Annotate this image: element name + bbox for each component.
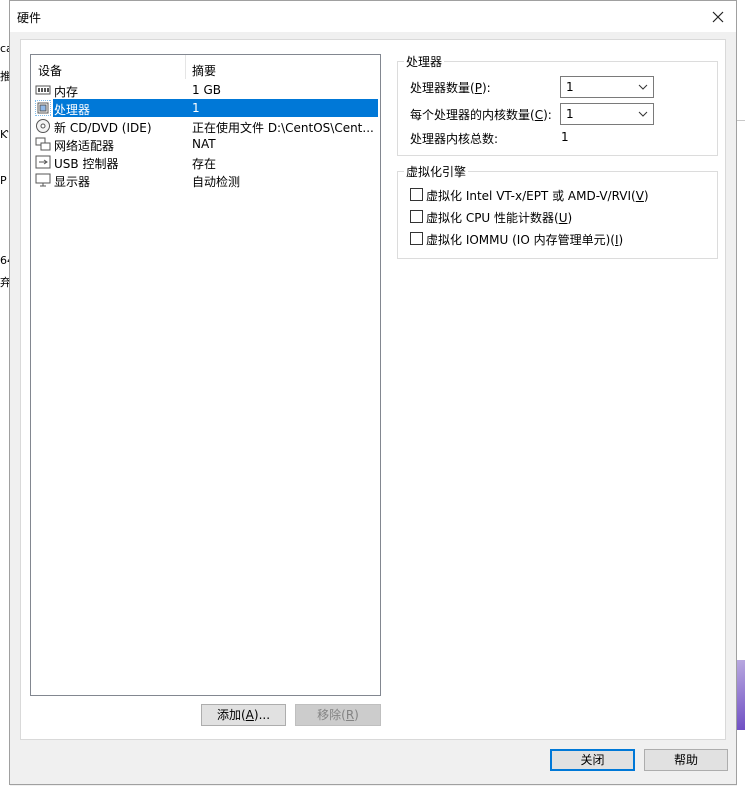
label-text: 虚拟化 IOMMU (IO 内存管理单元)(: [426, 233, 615, 247]
close-icon[interactable]: [704, 3, 732, 29]
title-bar: 硬件: [10, 1, 736, 32]
checkbox-box[interactable]: [410, 232, 423, 245]
processor-group-title: 处理器: [404, 53, 445, 70]
device-name: 新 CD/DVD (IDE): [54, 121, 152, 135]
label-text: 处理器数量(: [410, 81, 475, 95]
device-row-network-adapter[interactable]: 网络适配器 NAT: [31, 135, 380, 153]
device-summary: NAT: [192, 137, 216, 151]
selection-highlight: [53, 99, 378, 117]
checkbox-box[interactable]: [410, 188, 423, 201]
label-text: 每个处理器的内核数量(: [410, 108, 535, 122]
background-wallpaper-fragment: [737, 660, 745, 730]
virtualization-group-title: 虚拟化引擎: [404, 163, 469, 180]
virtualization-group: 虚拟化引擎 虚拟化 Intel VT-x/EPT 或 AMD-V/RVI(V) …: [397, 163, 718, 259]
label-text-suffix: ): [643, 189, 649, 203]
device-list-header: 设备 摘要: [31, 55, 380, 79]
monitor-icon: [35, 173, 51, 187]
background-text: P: [0, 174, 7, 187]
device-summary: 1 GB: [192, 83, 221, 97]
total-cores-label: 处理器内核总数:: [410, 132, 499, 146]
background-divider: [737, 120, 745, 121]
dialog-title: 硬件: [17, 11, 42, 25]
usb-icon: [35, 155, 51, 169]
device-name: 网络适配器: [54, 139, 115, 153]
remove-button-accelerator: R: [345, 708, 355, 722]
label-accelerator: P: [474, 81, 482, 95]
hardware-dialog: 硬件 设备 摘要 内存 1 GB 处理器 1 新 CD/DVD (IDE) 正在…: [9, 0, 737, 785]
checkbox-box[interactable]: [410, 210, 423, 223]
device-list[interactable]: 设备 摘要 内存 1 GB 处理器 1 新 CD/DVD (IDE) 正在使用文…: [30, 54, 381, 696]
column-header-device[interactable]: 设备: [38, 62, 62, 79]
chevron-down-icon: [638, 84, 648, 90]
cores-per-processor-select[interactable]: 1: [560, 103, 654, 125]
column-header-summary[interactable]: 摘要: [192, 62, 216, 79]
add-button[interactable]: 添加(A)...: [201, 704, 286, 726]
device-row-usb-controller[interactable]: USB 控制器 存在: [31, 153, 380, 171]
cd-dvd-icon: [36, 119, 50, 133]
checkbox-label: 虚拟化 Intel VT-x/EPT 或 AMD-V/RVI(V): [426, 187, 649, 204]
label-text-suffix: ): [618, 233, 624, 247]
device-row-processor[interactable]: 处理器 1: [31, 99, 380, 117]
label-text-suffix: ): [567, 211, 573, 225]
add-button-accelerator: A: [245, 708, 254, 722]
label-text: 虚拟化 CPU 性能计数器(: [426, 211, 559, 225]
label-accelerator: C: [534, 108, 544, 122]
checkbox-label: 虚拟化 IOMMU (IO 内存管理单元)(I): [426, 231, 623, 248]
processor-group: 处理器 处理器数量(P): 1 每个处理器的内核数量(C): 1 处理器内核总数…: [397, 53, 718, 156]
processor-count-select[interactable]: 1: [560, 76, 654, 98]
processor-count-label: 处理器数量(P):: [410, 79, 491, 96]
label-text-suffix: ):: [543, 108, 552, 122]
device-summary: 自动检测: [192, 175, 241, 189]
remove-button-label-suffix: ): [354, 708, 359, 722]
background-text: Ƙ: [0, 128, 9, 141]
checkbox-label: 虚拟化 CPU 性能计数器(U): [426, 209, 572, 226]
chevron-down-icon: [638, 111, 648, 117]
cores-per-processor-value: 1: [566, 107, 574, 121]
help-button[interactable]: 帮助: [644, 749, 728, 771]
label-text: 虚拟化 Intel VT-x/EPT 或 AMD-V/RVI(: [426, 189, 636, 203]
memory-icon: [35, 85, 51, 95]
cores-per-processor-label: 每个处理器的内核数量(C):: [410, 106, 552, 123]
device-summary: 存在: [192, 157, 217, 171]
device-summary: 正在使用文件 D:\CentOS\Cent...: [192, 121, 374, 135]
device-row-cd-dvd[interactable]: 新 CD/DVD (IDE) 正在使用文件 D:\CentOS\Cent...: [31, 117, 380, 135]
content-panel: 设备 摘要 内存 1 GB 处理器 1 新 CD/DVD (IDE) 正在使用文…: [20, 39, 726, 740]
remove-button[interactable]: 移除(R): [295, 704, 381, 726]
device-row-memory[interactable]: 内存 1 GB: [31, 81, 380, 99]
label-text-suffix: ):: [481, 81, 491, 95]
column-divider[interactable]: [185, 55, 186, 79]
remove-button-label: 移除(: [317, 708, 346, 722]
device-name: 显示器: [54, 175, 91, 189]
add-button-label: 添加(: [216, 708, 246, 722]
network-adapter-icon: [35, 137, 51, 151]
processor-count-value: 1: [566, 80, 574, 94]
add-button-label-suffix: )...: [253, 708, 271, 722]
label-accelerator: U: [558, 211, 568, 225]
total-cores-value: 1: [561, 130, 569, 144]
processor-icon: [35, 100, 51, 116]
device-row-monitor[interactable]: 显示器 自动检测: [31, 171, 380, 189]
close-button[interactable]: 关闭: [550, 749, 635, 771]
device-name: 处理器: [54, 103, 91, 117]
label-accelerator: V: [635, 189, 644, 203]
device-summary: 1: [192, 101, 200, 115]
device-name: 内存: [54, 85, 79, 99]
device-name: USB 控制器: [54, 157, 119, 171]
